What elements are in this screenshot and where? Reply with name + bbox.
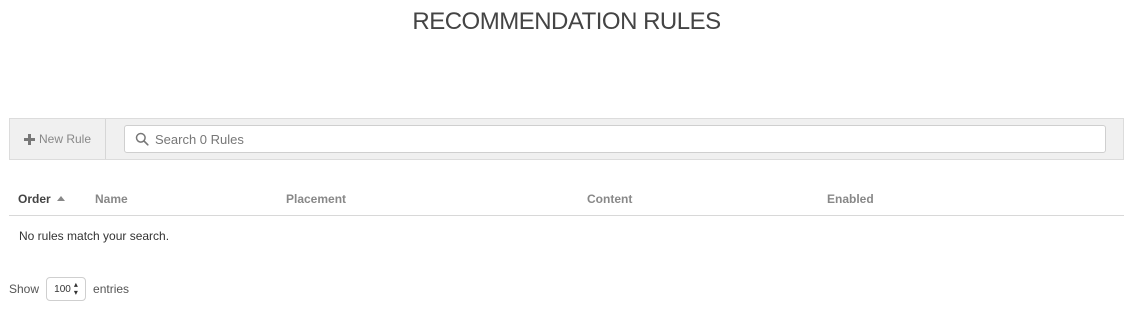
column-header-name[interactable]: Name	[95, 192, 128, 206]
entries-per-page-value: 100	[54, 283, 71, 295]
entries-label: entries	[93, 282, 130, 296]
sort-up-icon	[56, 196, 65, 201]
search-input[interactable]	[155, 127, 1105, 151]
plus-icon	[23, 133, 35, 145]
new-rule-button[interactable]: New Rule	[10, 119, 106, 159]
empty-table-message: No rules match your search.	[19, 229, 170, 243]
search-icon	[135, 132, 149, 146]
entries-length-control: Show 100 ▴ ▾ entries	[9, 276, 129, 302]
new-rule-label: New Rule	[38, 132, 92, 146]
page-title: RECOMMENDATION RULES	[412, 8, 721, 35]
column-header-order[interactable]: Order	[18, 192, 65, 206]
column-header-placement[interactable]: Placement	[286, 192, 346, 206]
entries-per-page-select[interactable]: 100 ▴ ▾	[46, 277, 87, 301]
column-header-content[interactable]: Content	[587, 192, 632, 206]
table-header: Order Name Placement Content Enabled	[9, 182, 1124, 216]
search-box[interactable]	[124, 125, 1106, 153]
column-header-label: Order	[18, 192, 51, 206]
show-label: Show	[9, 282, 40, 296]
updown-icon: ▴ ▾	[73, 280, 78, 297]
rules-toolbar: New Rule	[9, 118, 1124, 160]
column-header-enabled[interactable]: Enabled	[827, 192, 874, 206]
